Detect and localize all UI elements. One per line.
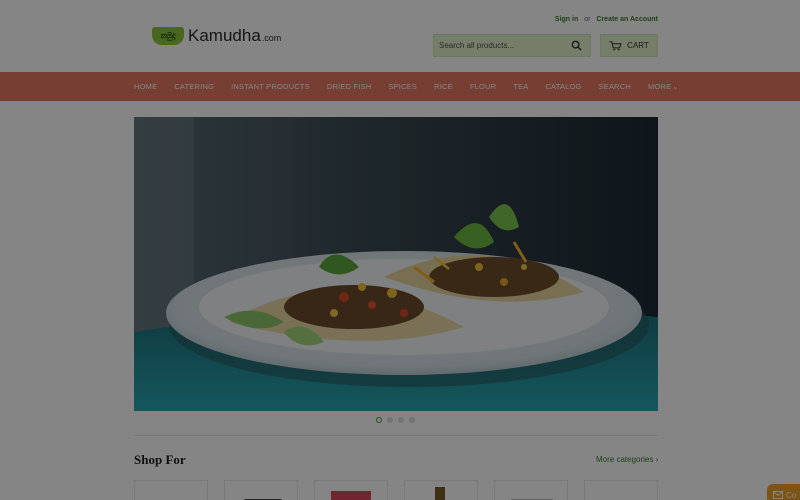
category-card[interactable] [584,480,658,500]
nav-item-dried-fish[interactable]: DRIED FISH [327,82,372,91]
nav-item-catalog[interactable]: CATALOG [545,82,581,91]
slider-dot-3[interactable] [398,417,404,423]
logo-sub: .com [261,33,282,43]
more-label: MORE [648,82,672,91]
logo-bowl-icon: කමුද [152,27,184,45]
nav-item-instant-products[interactable]: INSTANT PRODUCTS [231,82,310,91]
nav-item-catering[interactable]: CATERING [174,82,214,91]
search-icon [571,40,582,51]
or-text: or [584,16,591,23]
chat-label: Co [786,490,797,500]
nav-item-search[interactable]: SEARCH [599,82,631,91]
logo-mark-text: කමුද [160,31,176,40]
nav-item-home[interactable]: HOME [134,82,157,91]
category-card[interactable] [404,480,478,500]
account-links: Sign in or Create an Account [555,16,658,23]
cart-icon [609,40,622,51]
slider-dot-4[interactable] [409,417,415,423]
nav-item-spices[interactable]: SPICES [388,82,417,91]
nav-item-more[interactable]: MORE⌄ [648,82,678,91]
more-categories-link[interactable]: More categories › [596,455,658,464]
search-form [433,34,591,57]
slider-dot-2[interactable] [387,417,393,423]
chevron-down-icon: ⌄ [672,84,679,91]
nav-item-rice[interactable]: RICE [434,82,453,91]
slider-dot-1[interactable] [376,417,382,423]
tacos-plate-image [134,117,658,411]
site-logo[interactable]: කමුද Kamudha .com [152,26,281,46]
search-input[interactable] [434,41,564,50]
mail-icon [773,491,783,499]
section-divider [134,435,658,436]
category-card[interactable] [494,480,568,500]
logo-text: Kamudha [188,26,261,45]
hero-slide-image[interactable] [134,117,658,411]
nav-item-flour[interactable]: FLOUR [470,82,496,91]
main-nav: HOME CATERING INSTANT PRODUCTS DRIED FIS… [0,72,800,101]
category-card[interactable] [314,480,388,500]
cart-button[interactable]: CART [600,34,658,57]
nav-item-tea[interactable]: TEA [513,82,528,91]
category-thumbnails [134,480,674,500]
search-button[interactable] [564,35,588,56]
sign-in-link[interactable]: Sign in [555,16,578,23]
cart-label: CART [627,41,649,50]
section-title: Shop For [134,452,186,467]
chat-button[interactable]: Co [767,484,800,500]
site-header: කමුද Kamudha .com Sign in or Create an A… [0,0,800,72]
slider-dots [376,417,420,423]
product-thumb-image [435,487,445,500]
category-card[interactable] [224,480,298,500]
product-thumb-image [331,491,371,500]
create-account-link[interactable]: Create an Account [596,16,658,23]
category-card[interactable] [134,480,208,500]
